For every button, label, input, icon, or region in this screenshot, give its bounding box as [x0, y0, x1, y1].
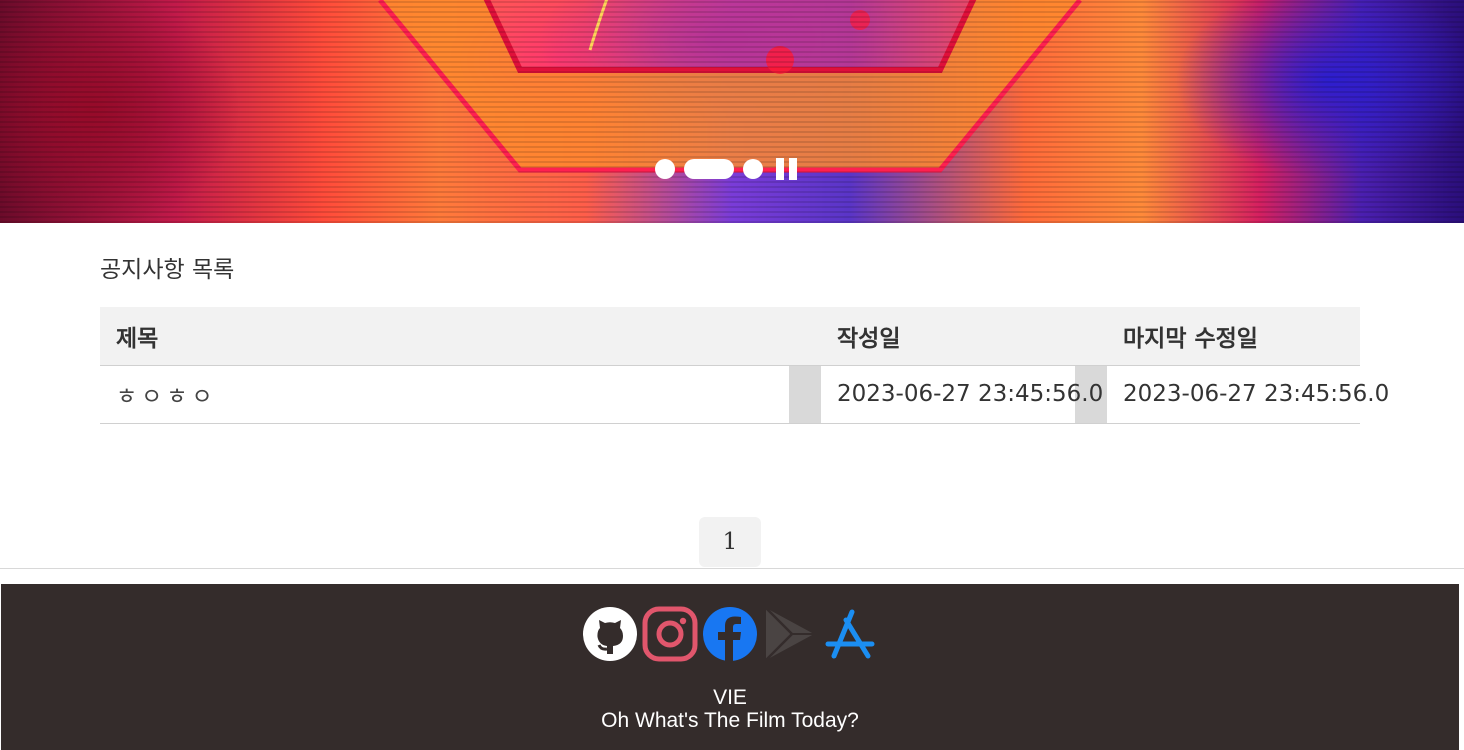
instagram-icon[interactable]	[642, 606, 698, 662]
table-row[interactable]: ㅎㅇㅎㅇ 2023-06-27 23:45:56.0 2023-06-27 23…	[100, 365, 1389, 424]
header-created: 작성일	[821, 307, 1075, 366]
facebook-icon[interactable]	[702, 606, 758, 662]
pause-icon[interactable]	[776, 158, 797, 180]
slider-dot-1[interactable]	[655, 159, 675, 179]
page-title: 공지사항 목록	[100, 257, 235, 283]
page-button-1[interactable]: 1	[699, 517, 761, 567]
social-links	[582, 606, 878, 662]
header-modified: 마지막 수정일	[1107, 307, 1360, 366]
modified-date: 2023-06-27 23:45:56.0	[1107, 365, 1389, 424]
footer-divider	[0, 568, 1464, 569]
footer-brand: VIE Oh What's The Film Today?	[1, 686, 1459, 732]
notice-title-link[interactable]: ㅎㅇㅎㅇ	[116, 384, 217, 410]
notice-table: 제목 작성일 마지막 수정일 ㅎㅇㅎㅇ 2023-06-27 23:45:56.…	[100, 307, 1389, 424]
header-title: 제목	[100, 307, 789, 366]
github-icon[interactable]	[582, 606, 638, 662]
column-divider	[789, 365, 821, 424]
table-header-row: 제목 작성일 마지막 수정일	[100, 307, 1360, 366]
slider-controls	[655, 158, 797, 180]
app-store-icon[interactable]	[822, 606, 878, 662]
slider-dot-2-active[interactable]	[684, 159, 734, 179]
hero-banner	[0, 0, 1464, 223]
footer: VIE Oh What's The Film Today?	[1, 584, 1459, 750]
created-date: 2023-06-27 23:45:56.0	[821, 365, 1103, 424]
google-play-icon[interactable]	[762, 606, 818, 662]
hero-texture	[0, 0, 1464, 223]
brand-tagline: Oh What's The Film Today?	[601, 709, 859, 732]
brand-name: VIE	[713, 686, 747, 709]
slider-dot-3[interactable]	[743, 159, 763, 179]
